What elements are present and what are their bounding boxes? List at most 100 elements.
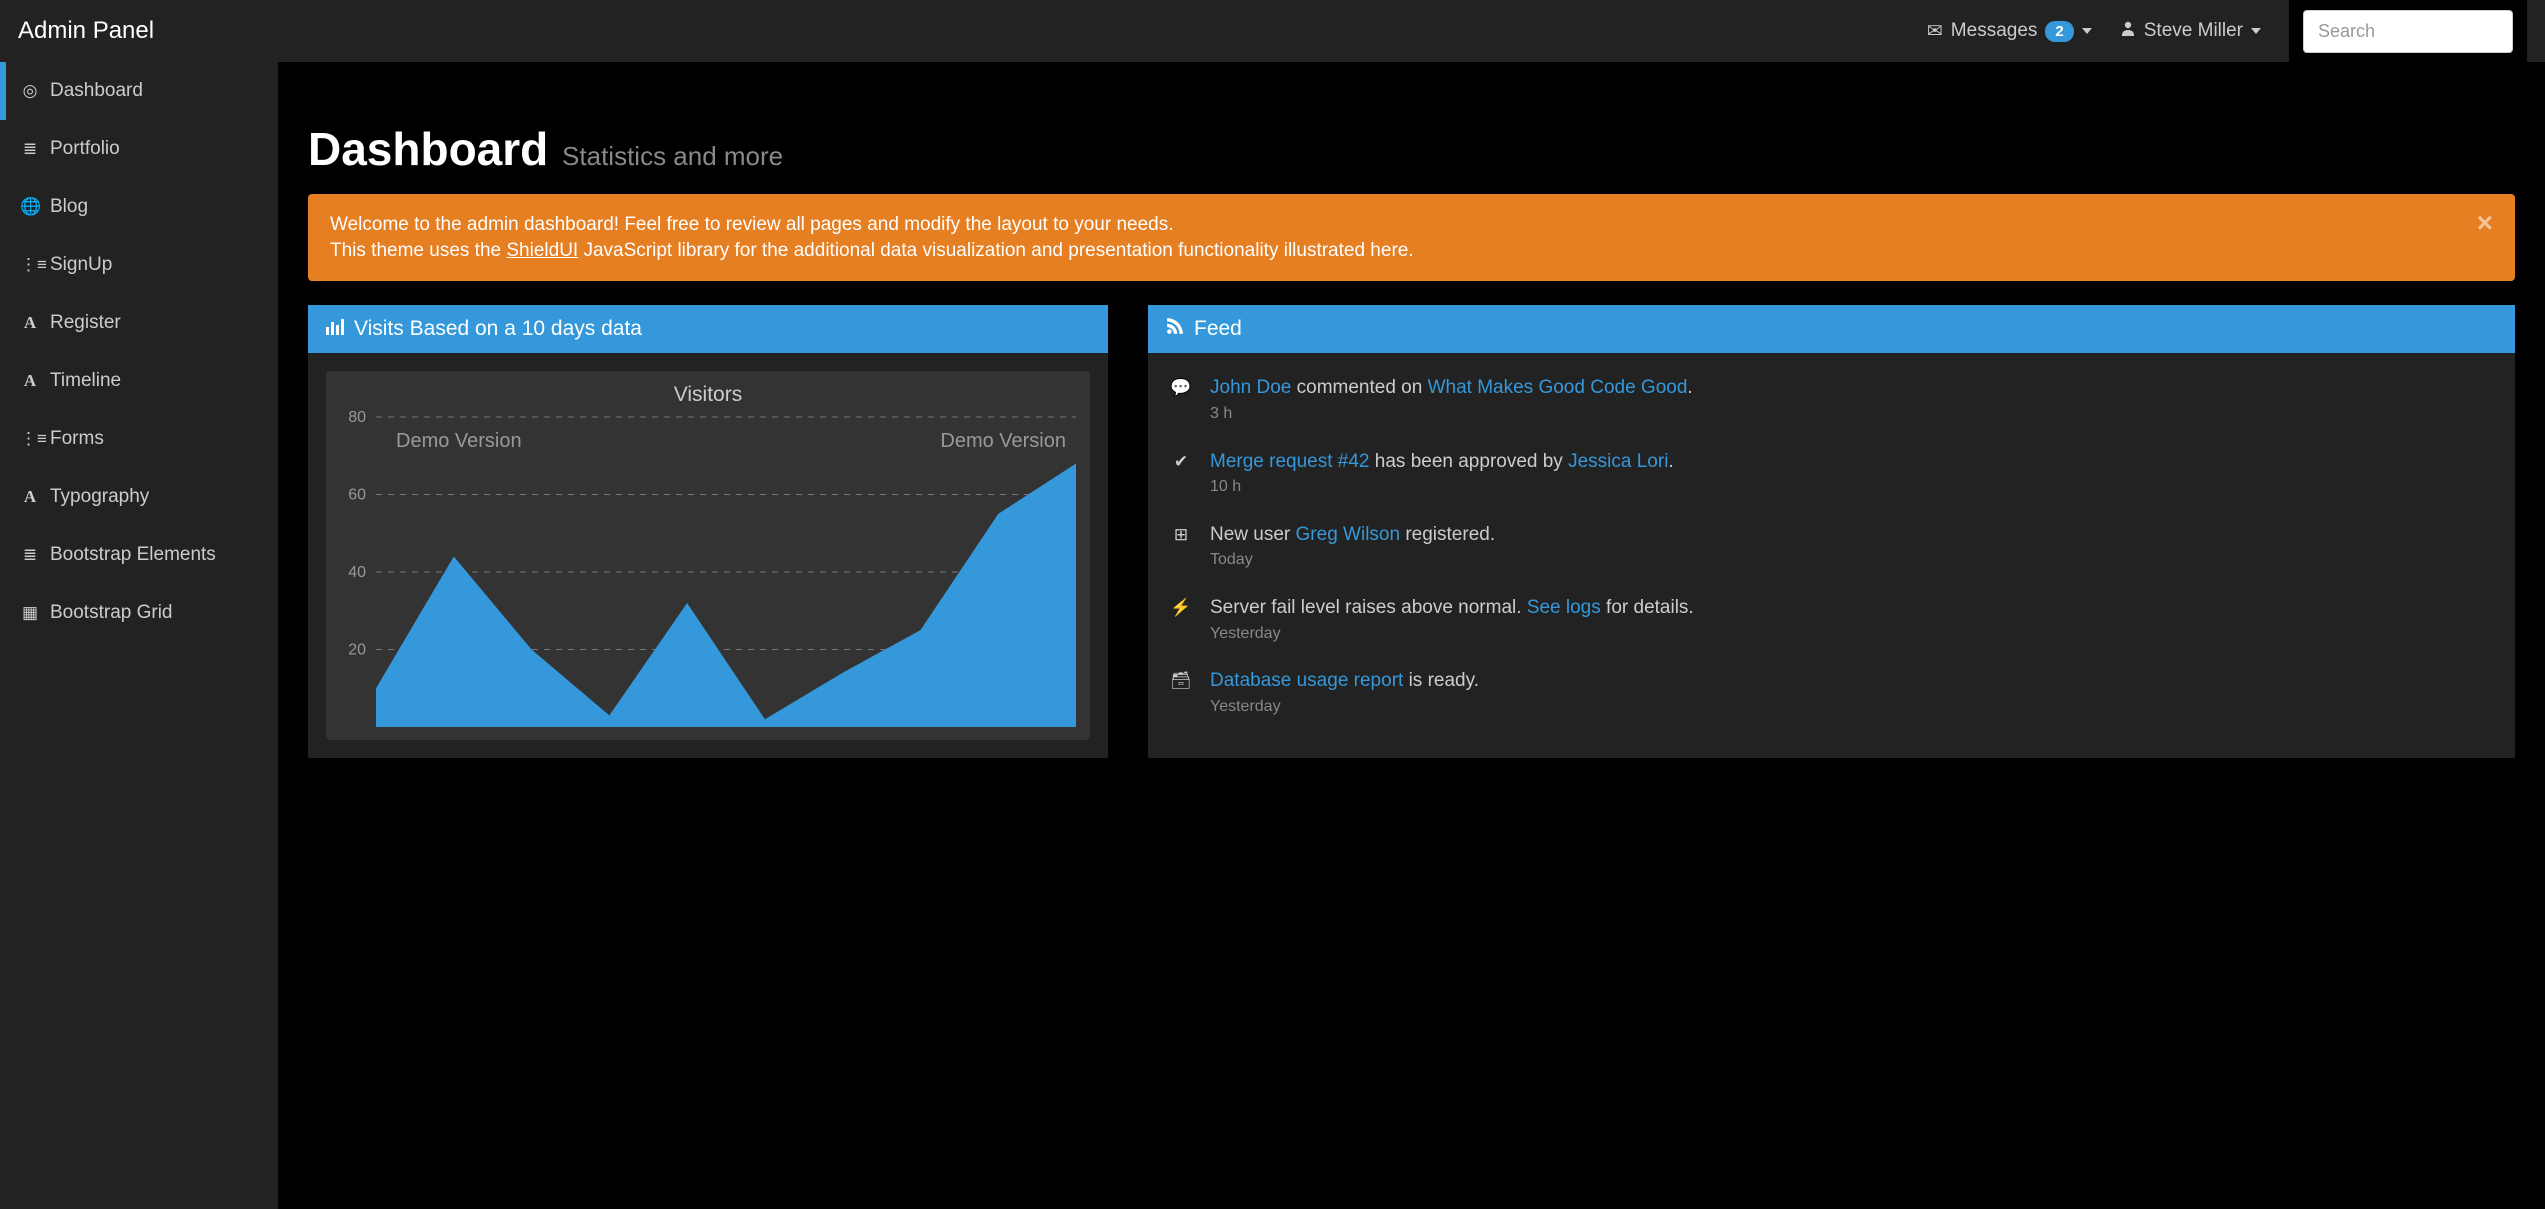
feed-list: 💬 John Doe commented on What Makes Good C… (1148, 353, 2515, 739)
check-icon: ✔ (1170, 449, 1192, 498)
font-icon: A (20, 371, 40, 391)
messages-dropdown[interactable]: ✉ Messages 2 (1927, 20, 2092, 43)
bar-chart-icon (326, 317, 344, 341)
feed-text: New user Greg Wilson registered.Today (1210, 522, 2493, 571)
feed-link[interactable]: See logs (1527, 597, 1601, 618)
user-name: Steve Miller (2144, 20, 2243, 42)
list-alt-icon: ⋮≡ (20, 429, 40, 449)
feed-panel-header: Feed (1148, 305, 2515, 353)
sidebar-item-label: Register (50, 312, 121, 334)
feed-link[interactable]: Jessica Lori (1568, 451, 1668, 472)
visits-panel-header: Visits Based on a 10 days data (308, 305, 1108, 353)
messages-label: Messages (1951, 20, 2038, 42)
feed-text: John Doe commented on What Makes Good Co… (1210, 375, 2493, 424)
feed-text: Database usage report is ready.Yesterday (1210, 668, 2493, 717)
sidebar-item-bootstrap-grid[interactable]: ▦ Bootstrap Grid (0, 584, 278, 642)
search-input[interactable] (2303, 10, 2513, 53)
target-icon: ◎ (20, 81, 40, 101)
sidebar-item-label: Portfolio (50, 138, 120, 160)
search-wrap (2289, 0, 2527, 62)
sidebar-item-label: Dashboard (50, 80, 143, 102)
sidebar-item-label: Bootstrap Grid (50, 602, 173, 624)
feed-time: 3 h (1210, 403, 2493, 425)
y-tick-label: 60 (348, 487, 366, 504)
comment-icon: 💬 (1170, 375, 1192, 424)
font-icon: A (20, 313, 40, 333)
rss-icon (1166, 317, 1184, 341)
feed-time: Yesterday (1210, 623, 2493, 645)
y-tick-label: 40 (348, 564, 366, 581)
sidebar-item-label: Blog (50, 196, 88, 218)
feed-item: ⚡ Server fail level raises above normal. … (1148, 583, 2515, 656)
visitors-chart: Visitors 20 40 60 80 Demo Version Demo Versio… (326, 371, 1090, 740)
sidebar-item-typography[interactable]: A Typography (0, 468, 278, 526)
sidebar-item-label: Forms (50, 428, 104, 450)
feed-link[interactable]: What Makes Good Code Good (1428, 377, 1688, 398)
close-icon[interactable]: × (2477, 204, 2493, 242)
feed-link[interactable]: John Doe (1210, 377, 1291, 398)
feed-time: 10 h (1210, 476, 2493, 498)
feed-text: Merge request #42 has been approved by J… (1210, 449, 2493, 498)
plus-square-icon: ⊞ (1170, 522, 1192, 571)
sidebar-item-label: SignUp (50, 254, 112, 276)
feed-link[interactable]: Database usage report (1210, 670, 1403, 691)
feed-item: ⊞ New user Greg Wilson registered.Today (1148, 510, 2515, 583)
grid-icon: ▦ (20, 603, 40, 623)
visits-panel-title: Visits Based on a 10 days data (354, 317, 642, 341)
visits-panel: Visits Based on a 10 days data Visitors … (308, 305, 1108, 758)
chart-title: Visitors (326, 371, 1090, 407)
envelope-icon: ✉ (1927, 20, 1943, 43)
sidebar-item-signup[interactable]: ⋮≡ SignUp (0, 236, 278, 294)
chevron-down-icon (2251, 28, 2261, 34)
sidebar: ◎ Dashboard ≣ Portfolio 🌐 Blog ⋮≡ SignUp A Regist… (0, 62, 278, 1209)
visits-panel-body: Visitors 20 40 60 80 Demo Version Demo Versio… (308, 353, 1108, 758)
feed-item: ✔ Merge request #42 has been approved by … (1148, 437, 2515, 510)
feed-text: Server fail level raises above normal. S… (1210, 595, 2493, 644)
messages-badge: 2 (2045, 21, 2073, 42)
list-ul-icon: ≣ (20, 545, 40, 565)
sidebar-item-portfolio[interactable]: ≣ Portfolio (0, 120, 278, 178)
sidebar-item-register[interactable]: A Register (0, 294, 278, 352)
main-content: Dashboard Statistics and more × Welcome … (278, 62, 2545, 1209)
area-series (376, 464, 1076, 728)
bolt-icon: ⚡ (1170, 595, 1192, 644)
sidebar-item-label: Typography (50, 486, 149, 508)
feed-item: 🗃 Database usage report is ready.Yesterda… (1148, 656, 2515, 729)
feed-panel: Feed 💬 John Doe commented on What Makes G… (1148, 305, 2515, 758)
y-tick-label: 20 (348, 642, 366, 659)
sidebar-item-label: Bootstrap Elements (50, 544, 216, 566)
sidebar-item-bootstrap-elements[interactable]: ≣ Bootstrap Elements (0, 526, 278, 584)
page-subtitle: Statistics and more (562, 141, 783, 171)
font-icon: A (20, 487, 40, 507)
tasks-icon: ⋮≡ (20, 255, 40, 275)
archive-icon: 🗃 (1170, 668, 1192, 717)
globe-icon: 🌐 (20, 197, 40, 217)
area-chart-svg: 20 40 60 80 Demo Version Demo Version (326, 407, 1086, 737)
chart-watermark: Demo Version (396, 430, 522, 452)
chevron-down-icon (2082, 28, 2092, 34)
list-icon: ≣ (20, 139, 40, 159)
chart-watermark: Demo Version (940, 430, 1066, 452)
sidebar-item-timeline[interactable]: A Timeline (0, 352, 278, 410)
feed-link[interactable]: Greg Wilson (1296, 524, 1401, 545)
sidebar-item-forms[interactable]: ⋮≡ Forms (0, 410, 278, 468)
navbar: Admin Panel ✉ Messages 2 Steve Miller (0, 0, 2545, 62)
feed-time: Yesterday (1210, 696, 2493, 718)
feed-panel-title: Feed (1194, 317, 1242, 341)
welcome-alert: × Welcome to the admin dashboard! Feel f… (308, 194, 2515, 281)
page-title-row: Dashboard Statistics and more (308, 122, 2515, 176)
feed-item: 💬 John Doe commented on What Makes Good C… (1148, 363, 2515, 436)
brand[interactable]: Admin Panel (18, 17, 154, 45)
user-icon (2120, 20, 2136, 42)
feed-link[interactable]: Merge request #42 (1210, 451, 1370, 472)
sidebar-item-dashboard[interactable]: ◎ Dashboard (0, 62, 278, 120)
feed-time: Today (1210, 549, 2493, 571)
alert-line2: This theme uses the ShieldUI JavaScript … (330, 238, 2493, 264)
shieldui-link[interactable]: ShieldUI (506, 240, 578, 261)
y-tick-label: 80 (348, 409, 366, 426)
sidebar-item-label: Timeline (50, 370, 121, 392)
user-dropdown[interactable]: Steve Miller (2120, 20, 2261, 42)
page-title: Dashboard (308, 123, 548, 175)
sidebar-item-blog[interactable]: 🌐 Blog (0, 178, 278, 236)
alert-line1: Welcome to the admin dashboard! Feel fre… (330, 212, 2493, 238)
